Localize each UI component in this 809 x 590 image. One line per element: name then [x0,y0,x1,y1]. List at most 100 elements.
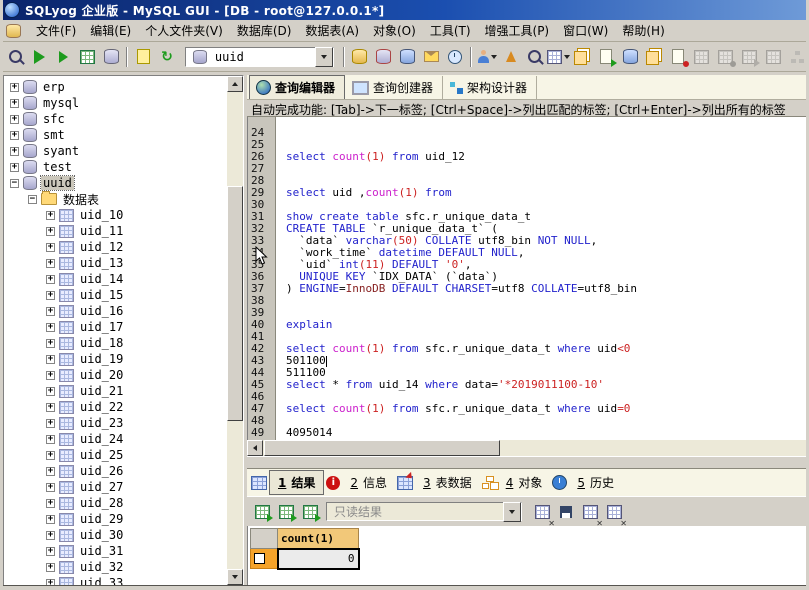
new-query-editor-icon[interactable] [131,45,155,69]
collapse-icon[interactable]: − [10,179,19,188]
tree-item-uid_11[interactable]: +uid_11 [4,223,227,239]
execute-current-query-icon[interactable] [52,45,76,69]
menu-item[interactable]: 个人文件夹(V) [138,19,230,42]
email-results-icon[interactable] [420,45,444,69]
refresh-object-browser-icon[interactable] [155,45,179,69]
expand-icon[interactable]: + [46,227,55,236]
connect-database-icon[interactable] [4,45,28,69]
grid-corner-cell[interactable] [251,529,278,549]
tree-item-smt[interactable]: +smt [4,127,227,143]
scroll-down-icon[interactable] [227,569,243,585]
tree-item-uid_27[interactable]: +uid_27 [4,479,227,495]
user-manager-icon[interactable] [475,45,499,69]
tree-item-uid_32[interactable]: +uid_32 [4,559,227,575]
tab-查询编辑器[interactable]: 查询编辑器 [249,75,345,99]
tree-item-uid_25[interactable]: +uid_25 [4,447,227,463]
sync-data-icon[interactable] [666,45,690,69]
import-data-icon[interactable] [642,45,666,69]
expand-icon[interactable]: + [46,291,55,300]
expand-icon[interactable]: + [46,355,55,364]
tree-item-uid_14[interactable]: +uid_14 [4,271,227,287]
export-data-icon[interactable] [594,45,618,69]
tab-结果[interactable]: 1 结果 [269,470,324,495]
expand-icon[interactable]: + [46,563,55,572]
expand-icon[interactable]: + [46,403,55,412]
query-to-table-icon[interactable] [76,45,100,69]
expand-icon[interactable]: + [46,435,55,444]
copy-table-icon[interactable] [571,45,595,69]
backup-database-icon[interactable] [618,45,642,69]
result-cell[interactable]: 0 [278,549,359,569]
tree-item-uuid[interactable]: −uuid [4,175,227,191]
save-result-icon[interactable] [274,500,298,524]
result-mode-selector[interactable]: 只读结果 [326,502,522,521]
expand-icon[interactable]: + [46,547,55,556]
tree-scrollbar[interactable] [227,76,243,585]
hscroll-thumb[interactable] [264,440,500,456]
table-tools-icon[interactable] [547,45,571,69]
expand-icon[interactable]: + [46,515,55,524]
tree-item-test[interactable]: +test [4,159,227,175]
tab-对象[interactable]: 4 对象 [498,471,551,494]
expand-icon[interactable]: + [10,163,19,172]
execute-query-icon[interactable] [28,45,52,69]
tree-item-uid_18[interactable]: +uid_18 [4,335,227,351]
scroll-left-icon[interactable] [247,440,263,456]
tree-item-uid_13[interactable]: +uid_13 [4,255,227,271]
menu-item[interactable]: 工具(T) [423,19,478,42]
copy-database-icon[interactable] [396,45,420,69]
expand-icon[interactable]: + [46,467,55,476]
expand-icon[interactable]: + [10,131,19,140]
tree-item-sfc[interactable]: +sfc [4,111,227,127]
expand-icon[interactable]: + [46,211,55,220]
create-database-icon[interactable] [348,45,372,69]
tree-item-uid_15[interactable]: +uid_15 [4,287,227,303]
data-search-icon[interactable] [523,45,547,69]
expand-icon[interactable]: + [10,115,19,124]
delete-row-icon[interactable] [578,500,602,524]
flush-tools-icon[interactable] [499,45,523,69]
tab-历史[interactable]: 5 历史 [569,471,622,494]
refresh-result-icon[interactable] [298,500,322,524]
tree-item-uid_16[interactable]: +uid_16 [4,303,227,319]
expand-icon[interactable]: + [46,371,55,380]
menu-item[interactable]: 数据库(D) [230,19,299,42]
expand-icon[interactable]: + [46,275,55,284]
menu-item[interactable]: 编辑(E) [83,19,138,42]
expand-icon[interactable]: + [46,323,55,332]
expand-icon[interactable]: + [46,259,55,268]
sql-code[interactable]: select count(1) from uid_12select uid ,c… [276,117,806,440]
menu-item[interactable]: 窗口(W) [556,19,615,42]
child-window-icon[interactable] [6,24,21,38]
tree-item-uid_12[interactable]: +uid_12 [4,239,227,255]
tree-item-mysql[interactable]: +mysql [4,95,227,111]
preview-result-icon[interactable] [99,45,123,69]
database-selector[interactable]: uuid [185,47,334,67]
tree-item-uid_30[interactable]: +uid_30 [4,527,227,543]
tree-item-数据表[interactable]: −数据表 [4,191,227,207]
expand-icon[interactable]: + [10,147,19,156]
expand-icon[interactable]: + [10,83,19,92]
expand-icon[interactable]: + [46,307,55,316]
sync-database-icon[interactable] [372,45,396,69]
expand-icon[interactable]: + [46,243,55,252]
scheduled-backup-icon[interactable] [443,45,467,69]
menu-item[interactable]: 文件(F) [29,19,83,42]
menu-item[interactable]: 对象(O) [366,19,423,42]
expand-icon[interactable]: + [10,99,19,108]
expand-icon[interactable]: + [46,419,55,428]
save-changes-icon[interactable] [554,500,578,524]
tree-item-uid_33[interactable]: +uid_33 [4,575,227,585]
menu-item[interactable]: 帮助(H) [615,19,671,42]
dropdown-icon[interactable] [315,47,333,67]
tree-item-uid_26[interactable]: +uid_26 [4,463,227,479]
editor-hscrollbar[interactable] [247,440,806,456]
tab-表数据[interactable]: 3 表数据 [415,471,480,494]
discard-changes-icon[interactable] [602,500,626,524]
row-selector[interactable] [251,549,278,569]
tree-item-uid_23[interactable]: +uid_23 [4,415,227,431]
tree-item-uid_24[interactable]: +uid_24 [4,431,227,447]
tree-item-uid_29[interactable]: +uid_29 [4,511,227,527]
expand-icon[interactable]: + [46,339,55,348]
tab-架构设计器[interactable]: 架构设计器 [444,76,537,99]
